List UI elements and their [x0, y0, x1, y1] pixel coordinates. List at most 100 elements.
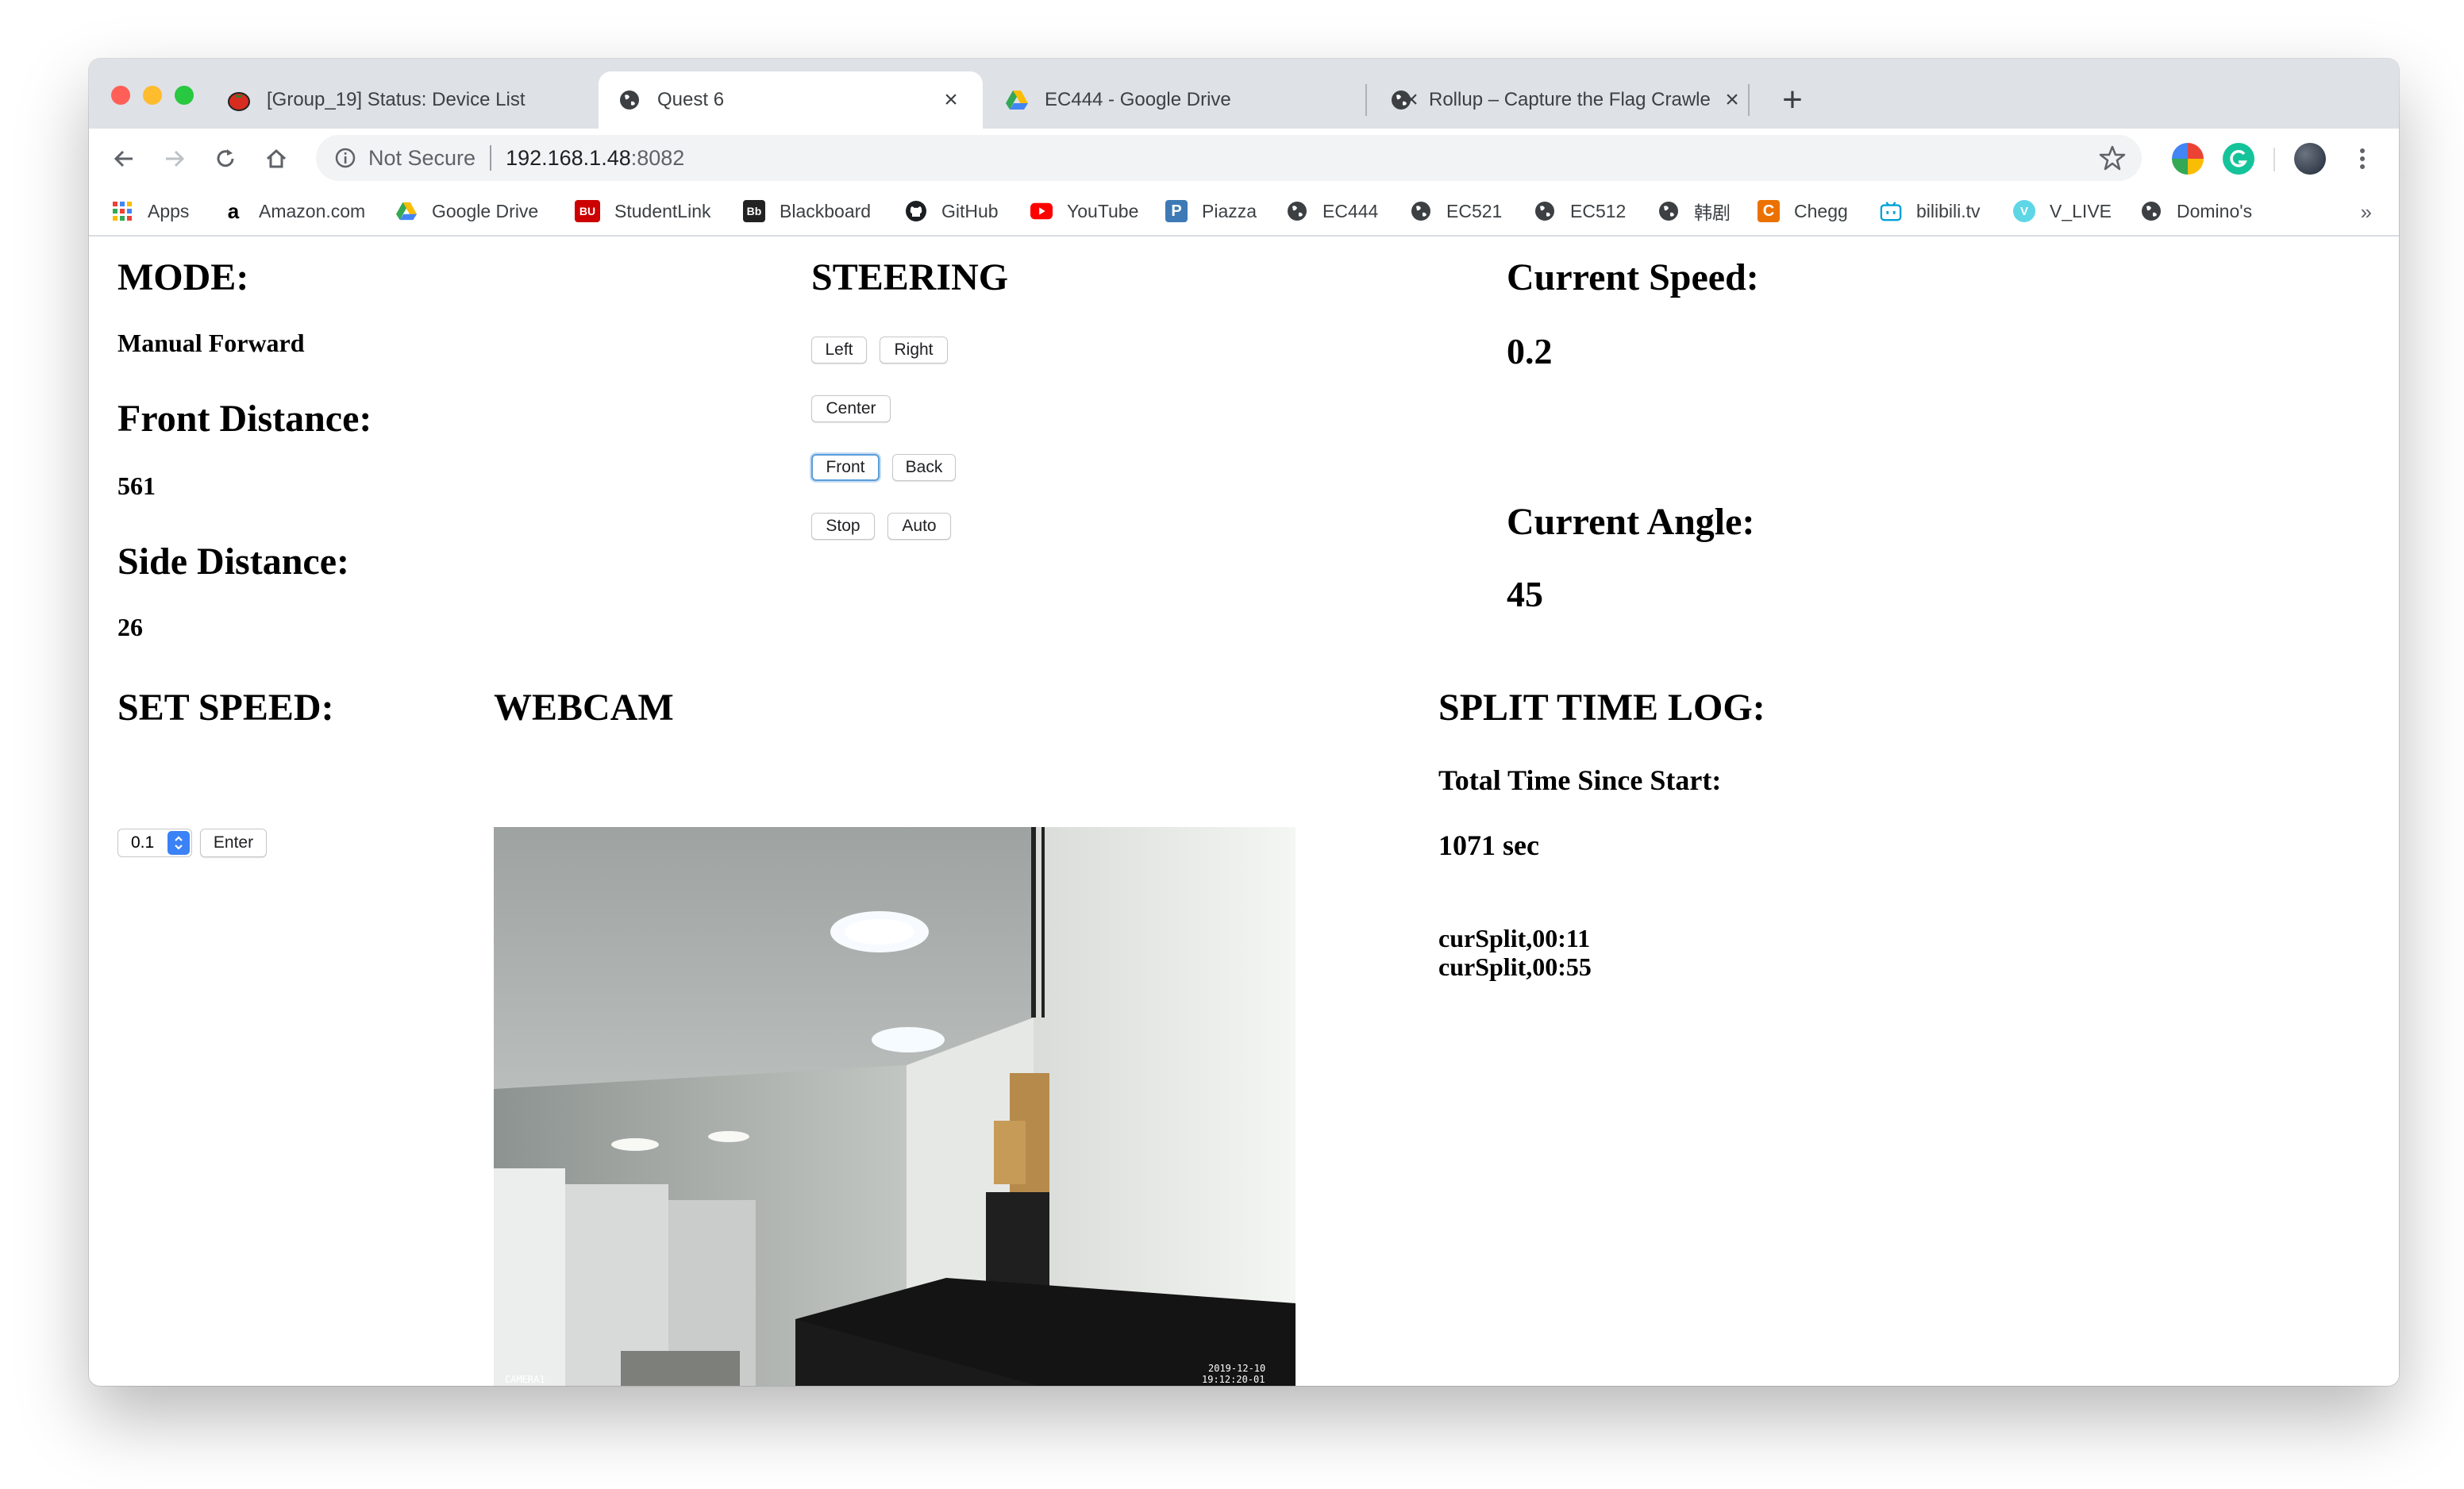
forward-arrow-icon[interactable]	[152, 137, 197, 181]
bookmark-apps[interactable]: Apps	[111, 194, 189, 229]
reload-icon[interactable]	[203, 137, 248, 181]
minimize-window-button[interactable]	[143, 86, 162, 105]
webcam-heading: WEBCAM	[494, 687, 674, 729]
blackboard-icon: Bb	[743, 200, 765, 222]
tab-title: Rollup – Capture the Flag Crawle	[1429, 89, 1711, 110]
bookmark-label: EC444	[1322, 200, 1379, 221]
mode-heading: MODE:	[117, 256, 249, 298]
side-distance-value: 26	[117, 613, 143, 641]
tab-title: Quest 6	[657, 89, 725, 110]
close-tab-icon[interactable]: ×	[1721, 87, 1743, 114]
bookmark-studentlink[interactable]: BU StudentLink	[575, 194, 710, 229]
zoom-window-button[interactable]	[175, 86, 194, 105]
bookmark-amazon[interactable]: a Amazon.com	[222, 194, 365, 229]
stop-button[interactable]: Stop	[811, 513, 875, 540]
grammarly-icon[interactable]	[2223, 143, 2254, 175]
chegg-icon: C	[1758, 200, 1780, 222]
steer-center-button[interactable]: Center	[811, 395, 891, 422]
apps-grid-icon	[111, 200, 133, 222]
drive-front-button[interactable]: Front	[811, 454, 880, 481]
github-icon	[905, 200, 927, 222]
webcam-image: CAMERA1 2019-12-10 19:12:20-01	[494, 827, 1296, 1386]
bookmark-google-drive[interactable]: Google Drive	[395, 194, 538, 229]
tab-quest-6[interactable]: Quest 6 ×	[599, 71, 983, 129]
new-tab-button[interactable]: +	[1769, 76, 1816, 124]
bookmark-label: Apps	[148, 200, 190, 221]
info-icon[interactable]	[333, 146, 357, 170]
speed-select[interactable]: 0.1	[117, 829, 192, 857]
bilibili-icon	[1880, 200, 1902, 222]
profile-avatar[interactable]	[2294, 143, 2326, 175]
google-drive-icon	[395, 200, 418, 222]
bookmark-blackboard[interactable]: Bb Blackboard	[743, 194, 871, 229]
mode-value: Manual Forward	[117, 329, 305, 357]
tab-strip: [Group_19] Status: Device List × Quest 6…	[89, 59, 2399, 129]
webcam-time: 19:12:20-01	[1202, 1374, 1265, 1385]
bookmark-ec521[interactable]: EC521	[1410, 194, 1502, 229]
up-down-chevron-icon	[167, 831, 190, 855]
youtube-icon	[1030, 200, 1053, 222]
globe-icon	[1410, 200, 1432, 222]
bookmark-label: Amazon.com	[259, 200, 366, 221]
globe-icon	[1389, 88, 1413, 112]
close-window-button[interactable]	[111, 86, 130, 105]
bookmark-label: Chegg	[1794, 200, 1848, 221]
extension-color-icon[interactable]	[2172, 143, 2204, 175]
url-port: :8082	[630, 145, 685, 170]
bookmark-label: Piazza	[1202, 200, 1257, 221]
more-bookmarks-icon[interactable]: »	[2361, 200, 2372, 225]
set-speed-heading: SET SPEED:	[117, 687, 334, 729]
bookmark-chegg[interactable]: C Chegg	[1758, 194, 1848, 229]
more-menu-icon[interactable]	[2340, 137, 2385, 181]
current-speed-heading: Current Speed:	[1507, 256, 1759, 298]
set-speed-enter-button[interactable]: Enter	[200, 829, 267, 857]
side-distance-heading: Side Distance:	[117, 541, 349, 583]
back-arrow-icon[interactable]	[102, 137, 146, 181]
bookmark-label: StudentLink	[614, 200, 711, 221]
webcam-camera-label: CAMERA1	[505, 1374, 545, 1385]
bookmark-label: 韩剧	[1694, 202, 1731, 223]
bookmark-label: V_LIVE	[2050, 200, 2112, 221]
bookmark-ec444[interactable]: EC444	[1286, 194, 1378, 229]
bookmark-label: Domino's	[2177, 200, 2253, 221]
globe-icon	[2140, 200, 2162, 222]
amazon-icon: a	[227, 198, 240, 223]
tab-rollup-capture-the-flag[interactable]: Rollup – Capture the Flag Crawle ×	[1370, 71, 1764, 129]
bookmark-star-icon[interactable]	[2099, 144, 2126, 171]
page-content: MODE: Manual Forward Front Distance: 561…	[89, 237, 2399, 1386]
bookmark-ec512[interactable]: EC512	[1534, 194, 1626, 229]
vlive-icon: V	[2013, 200, 2035, 222]
google-drive-icon	[1005, 88, 1029, 112]
home-icon[interactable]	[254, 137, 298, 181]
bookmark-bilibili[interactable]: bilibili.tv	[1880, 194, 1981, 229]
address-bar[interactable]: Not Secure 192.168.1.48 :8082	[316, 135, 2142, 181]
current-speed-value: 0.2	[1507, 331, 1553, 371]
bookmark-piazza[interactable]: P Piazza	[1165, 194, 1257, 229]
bookmark-label: EC512	[1570, 200, 1627, 221]
address-divider	[490, 145, 492, 171]
browser-window: [Group_19] Status: Device List × Quest 6…	[89, 59, 2399, 1386]
auto-button[interactable]: Auto	[887, 513, 951, 540]
url-host: 192.168.1.48	[506, 145, 631, 170]
bookmark-github[interactable]: GitHub	[905, 194, 999, 229]
piazza-icon: P	[1165, 200, 1188, 222]
webcam-date: 2019-12-10	[1208, 1363, 1265, 1374]
globe-icon	[1534, 200, 1556, 222]
bookmark-dominos[interactable]: Domino's	[2140, 194, 2252, 229]
split-log-entry: curSplit,00:11	[1438, 924, 1591, 952]
browser-toolbar: Not Secure 192.168.1.48 :8082	[89, 129, 2399, 189]
bookmark-youtube[interactable]: YouTube	[1030, 194, 1138, 229]
steer-left-button[interactable]: Left	[811, 337, 867, 364]
security-label: Not Secure	[368, 145, 476, 170]
globe-icon	[618, 88, 641, 112]
bookmark-v-live[interactable]: V V_LIVE	[2013, 194, 2112, 229]
split-log-entry: curSplit,00:55	[1438, 952, 1592, 981]
bu-icon: BU	[575, 200, 600, 222]
bookmark-korean-drama[interactable]: 韩剧	[1657, 194, 1731, 229]
total-time-value: 1071 sec	[1438, 829, 1539, 861]
tab-title: [Group_19] Status: Device List	[267, 89, 526, 110]
steer-right-button[interactable]: Right	[880, 337, 948, 364]
bookmarks-bar: Apps a Amazon.com Google Drive BU Studen…	[89, 189, 2399, 237]
drive-back-button[interactable]: Back	[892, 454, 956, 481]
close-tab-icon[interactable]: ×	[940, 87, 962, 114]
